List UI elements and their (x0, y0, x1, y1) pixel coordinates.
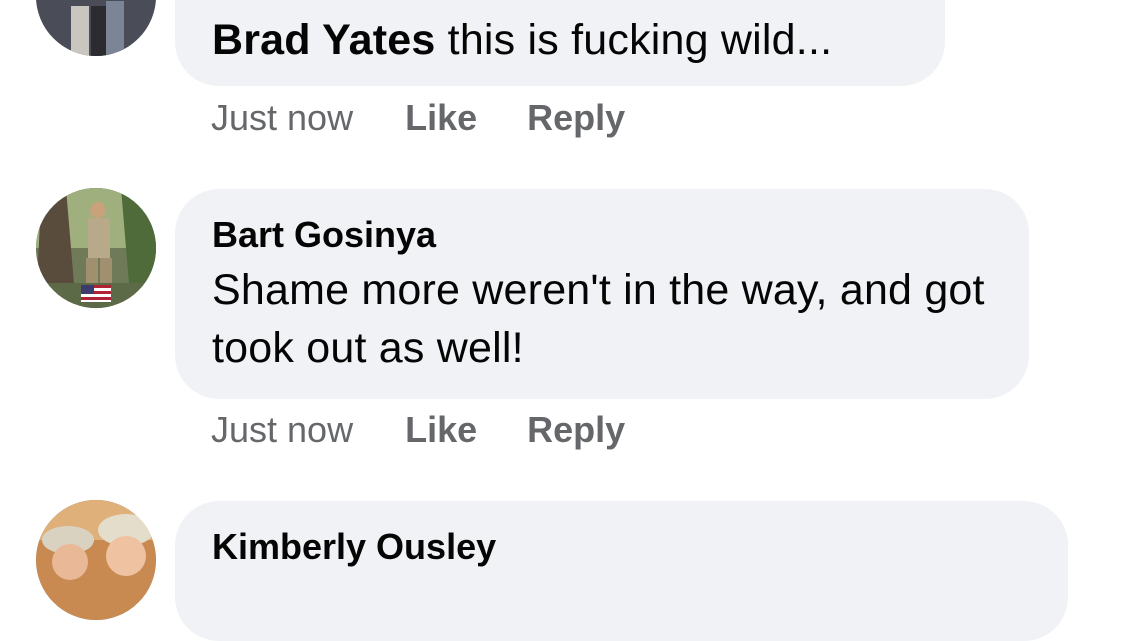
avatar[interactable] (36, 0, 156, 56)
like-button[interactable]: Like (405, 408, 477, 452)
comment-text: Shame more weren't in the way, and got t… (212, 266, 985, 372)
comment-author[interactable]: Bart Gosinya (212, 213, 999, 257)
comment-bubble: Brad Yates this is fucking wild... (175, 0, 945, 86)
avatar-photo (36, 500, 156, 620)
comment-author[interactable]: Kimberly Ousley (212, 525, 1038, 569)
comment-text: this is fucking wild... (447, 16, 833, 64)
comment-bubble: Kimberly Ousley (175, 501, 1068, 641)
comment-author[interactable]: Brad Yates (212, 16, 436, 64)
comment-actions: Just now Like Reply (211, 408, 625, 452)
comment-text-line: Brad Yates this is fucking wild... (212, 12, 945, 68)
comment-bubble: Bart Gosinya Shame more weren't in the w… (175, 189, 1029, 399)
avatar[interactable] (36, 188, 156, 308)
avatar-photo (36, 0, 156, 56)
like-button[interactable]: Like (405, 96, 477, 140)
avatar[interactable] (36, 500, 156, 620)
reply-button[interactable]: Reply (527, 96, 625, 140)
reply-button[interactable]: Reply (527, 408, 625, 452)
avatar-photo (36, 188, 156, 308)
comment-actions: Just now Like Reply (211, 96, 625, 140)
comment-timestamp[interactable]: Just now (211, 96, 353, 140)
comment-timestamp[interactable]: Just now (211, 408, 353, 452)
